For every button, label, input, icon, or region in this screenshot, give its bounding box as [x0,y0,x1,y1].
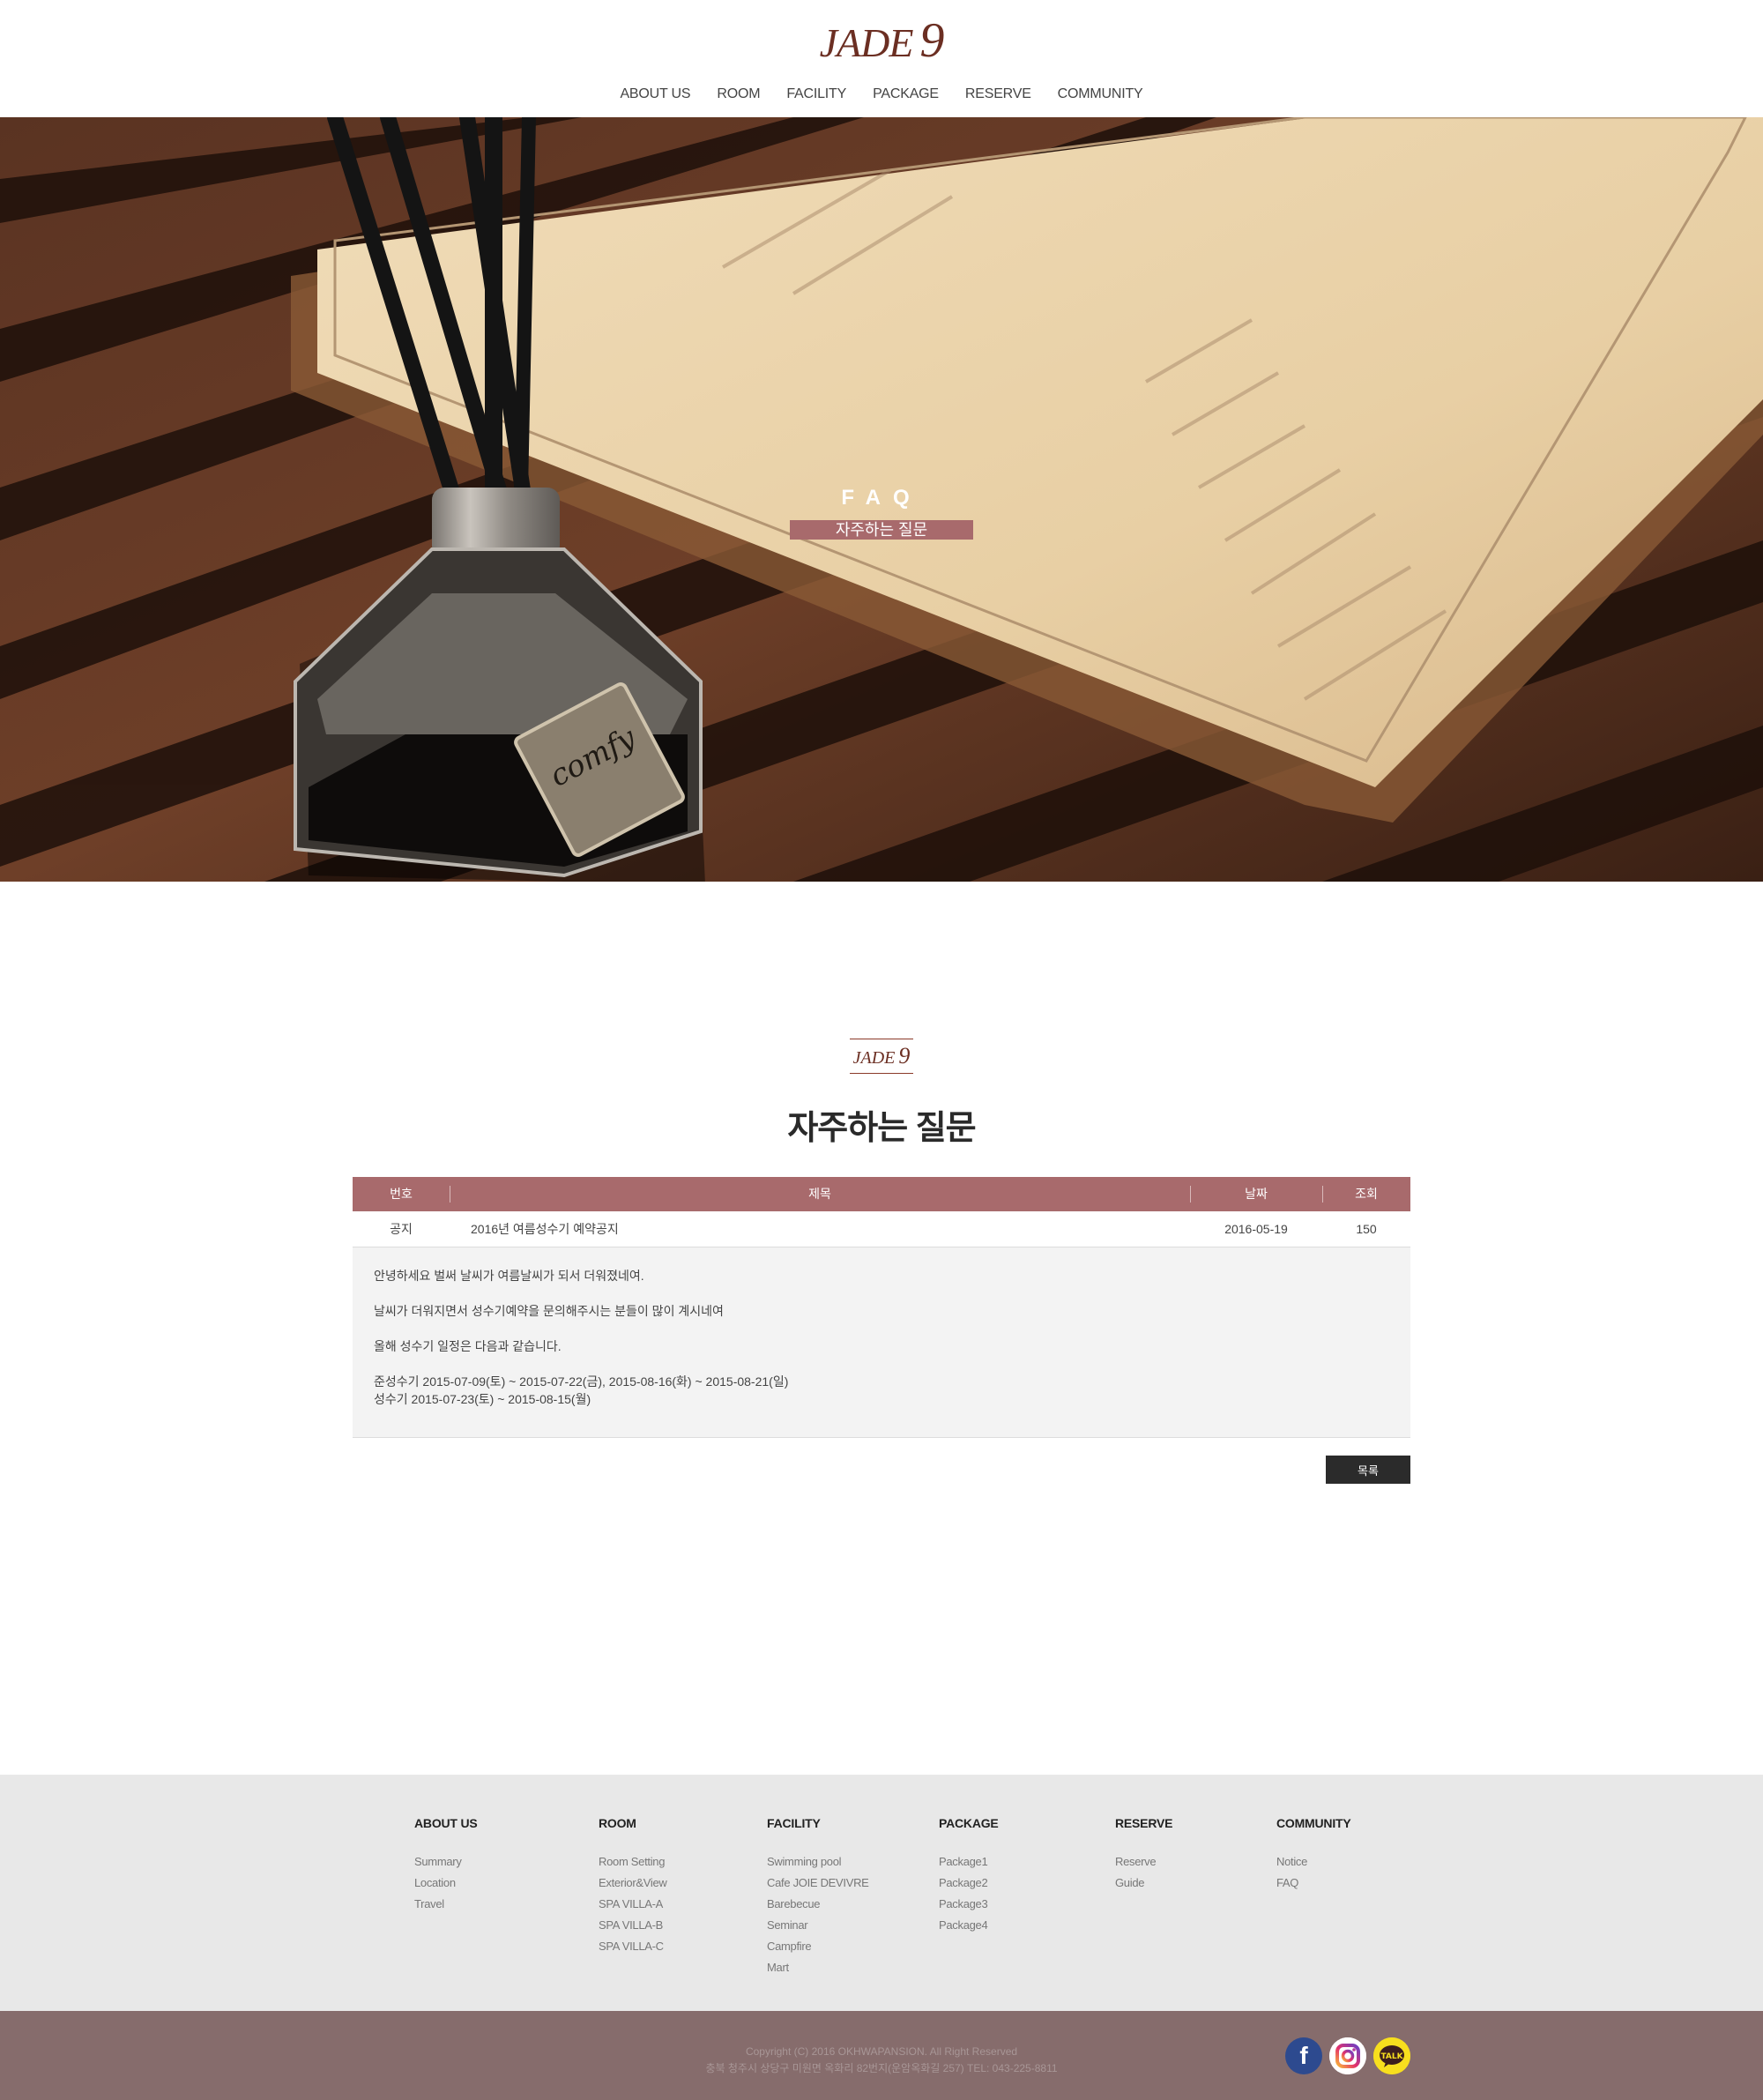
nav-room[interactable]: ROOM [717,86,760,102]
post-paragraph: 날씨가 더워지면서 성수기예약을 문의해주시는 분들이 많이 계시네여 [374,1304,724,1318]
row-views: 150 [1356,1222,1377,1236]
section-logo-text: JADE [852,1048,896,1068]
instagram-icon[interactable] [1329,2037,1366,2074]
faq-board: 번호 제목 날짜 조회 공지 2016년 여름성수기 예약공지 2016-05-… [353,1177,1410,1438]
footer-bottom: Copyright (C) 2016 OKHWAPANSION. All Rig… [0,2011,1763,2100]
footer-link[interactable]: Guide [1115,1873,1172,1894]
section-logo: JADE 9 [850,1039,913,1074]
post-paragraph: 올해 성수기 일정은 다음과 같습니다. [374,1339,562,1353]
row-title[interactable]: 2016년 여름성수기 예약공지 [471,1211,619,1247]
footer-col-community: COMMUNITY Notice FAQ [1276,1816,1351,1894]
footer-link[interactable]: SPA VILLA-C [599,1936,667,1957]
site-header: JADE 9 ABOUT US ROOM FACILITY PACKAGE RES… [0,0,1763,117]
row-no: 공지 [390,1222,413,1236]
nav-reserve[interactable]: RESERVE [965,86,1031,102]
logo-number: 9 [919,13,944,68]
col-title: 제목 [808,1187,831,1201]
logo-text: JADE [819,20,914,65]
footer-link[interactable]: Seminar [767,1915,869,1936]
nav-about-us[interactable]: ABOUT US [620,86,690,102]
section-logo-number: 9 [898,1043,911,1069]
row-date: 2016-05-19 [1224,1222,1288,1236]
nav-facility[interactable]: FACILITY [786,86,846,102]
nav-package[interactable]: PACKAGE [873,86,939,102]
footer-link[interactable]: Barebecue [767,1894,869,1915]
post-paragraph: 준성수기 2015-07-09(토) ~ 2015-07-22(금), 2015… [374,1374,789,1389]
col-views: 조회 [1355,1187,1378,1201]
footer-link[interactable]: Swimming pool [767,1851,869,1873]
footer-col-title[interactable]: RESERVE [1115,1816,1172,1830]
hero-subtitle: 자주하는 질문 [790,520,973,540]
post-paragraph: 안녕하세요 벌써 날씨가 여름날씨가 되서 더워졌네여. [374,1269,644,1283]
hero-banner: comfy FAQ 자주하는 질문 [0,117,1763,882]
instagram-glyph [1329,2037,1366,2074]
col-date: 날짜 [1245,1187,1268,1201]
footer-sitemap: ABOUT US Summary Location Travel ROOM Ro… [0,1775,1763,2011]
footer-link[interactable]: Mart [767,1957,869,1978]
footer-col-package: PACKAGE Package1 Package2 Package3 Packa… [939,1816,999,1936]
kakaotalk-glyph: TALK [1373,2037,1410,2074]
site-logo[interactable]: JADE 9 [0,12,1763,69]
kakaotalk-label: TALK [1380,2052,1403,2061]
footer-link[interactable]: Summary [414,1851,478,1873]
footer-link[interactable]: Package3 [939,1894,999,1915]
footer-col-about: ABOUT US Summary Location Travel [414,1816,478,1915]
table-row[interactable]: 공지 2016년 여름성수기 예약공지 2016-05-19 150 [353,1211,1410,1247]
footer-col-title[interactable]: PACKAGE [939,1816,999,1830]
footer-link[interactable]: FAQ [1276,1873,1351,1894]
board-header: 번호 제목 날짜 조회 [353,1177,1410,1211]
footer-link[interactable]: Reserve [1115,1851,1172,1873]
kakaotalk-icon[interactable]: TALK [1373,2037,1410,2074]
footer-link[interactable]: Notice [1276,1851,1351,1873]
footer-link[interactable]: SPA VILLA-B [599,1915,667,1936]
col-no: 번호 [390,1187,413,1201]
main-nav: ABOUT US ROOM FACILITY PACKAGE RESERVE C… [0,86,1763,102]
footer-col-title[interactable]: ROOM [599,1816,667,1830]
footer-link[interactable]: Package4 [939,1915,999,1936]
page-title: 자주하는 질문 [787,1110,976,1147]
post-paragraph: 성수기 2015-07-23(토) ~ 2015-08-15(월) [374,1392,591,1406]
address: 충북 청주시 상당구 미원면 옥화리 82번지(운암옥화길 257) TEL: … [705,2062,1058,2074]
footer-col-room: ROOM Room Setting Exterior&View SPA VILL… [599,1816,667,1957]
footer-link[interactable]: Exterior&View [599,1873,667,1894]
footer-link[interactable]: Location [414,1873,478,1894]
hero-title: FAQ [841,486,922,510]
copyright: Copyright (C) 2016 OKHWAPANSION. All Rig… [745,2045,1018,2058]
facebook-icon[interactable]: f [1285,2037,1322,2074]
post-content: 안녕하세요 벌써 날씨가 여름날씨가 되서 더워졌네여. 날씨가 더워지면서 성… [353,1247,1410,1438]
footer-col-title[interactable]: ABOUT US [414,1816,478,1830]
footer-link[interactable]: Room Setting [599,1851,667,1873]
footer-link[interactable]: SPA VILLA-A [599,1894,667,1915]
footer-col-title[interactable]: COMMUNITY [1276,1816,1351,1830]
nav-community[interactable]: COMMUNITY [1058,86,1143,102]
footer-col-reserve: RESERVE Reserve Guide [1115,1816,1172,1894]
footer-link[interactable]: Package2 [939,1873,999,1894]
list-button[interactable]: 목록 [1326,1456,1410,1484]
footer-link[interactable]: Cafe JOIE DEVIVRE [767,1873,869,1894]
footer-col-facility: FACILITY Swimming pool Cafe JOIE DEVIVRE… [767,1816,869,1978]
footer-info: Copyright (C) 2016 OKHWAPANSION. All Rig… [0,2044,1763,2077]
footer-link[interactable]: Travel [414,1894,478,1915]
footer-col-title[interactable]: FACILITY [767,1816,869,1830]
footer-link[interactable]: Package1 [939,1851,999,1873]
footer-link[interactable]: Campfire [767,1936,869,1957]
